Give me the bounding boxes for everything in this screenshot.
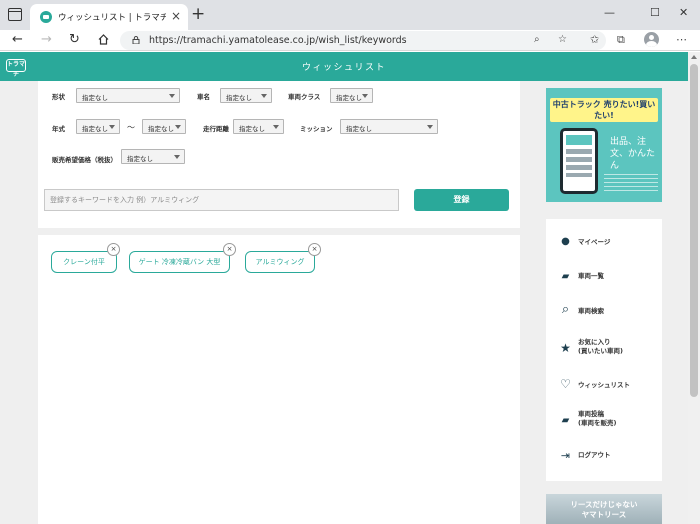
- menu-item-logout[interactable]: ⇥ ログアウト: [546, 443, 662, 471]
- vehicle-class-label: 車両クラス: [288, 93, 321, 101]
- truck-icon: ▰: [561, 271, 570, 282]
- chevron-down-icon: [427, 125, 433, 129]
- menu-item-mypage[interactable]: ● マイページ: [546, 228, 662, 256]
- menu-item-label: ログアウト: [578, 451, 611, 459]
- chevron-down-icon: [362, 94, 368, 98]
- promo-banner[interactable]: 中古トラック 売りたい!買いたい! 出品、注文、かんたん: [546, 88, 662, 202]
- keyword-tag-label: クレーン付平: [63, 258, 105, 266]
- keyword-input[interactable]: [44, 189, 399, 211]
- page-title: ウィッシュリスト: [301, 63, 386, 73]
- truck-post-icon: ▰: [561, 415, 570, 426]
- menu-item-label: ウィッシュリスト: [578, 381, 630, 389]
- window-close-icon[interactable]: ✕: [679, 6, 688, 20]
- register-button[interactable]: 登録: [414, 189, 509, 211]
- chevron-down-icon: [175, 125, 181, 129]
- window-menu-icon[interactable]: [8, 8, 22, 21]
- keyword-tags-panel: [38, 235, 520, 524]
- remove-tag-icon[interactable]: ×: [308, 243, 321, 256]
- home-icon[interactable]: [98, 34, 109, 45]
- tab-favicon-icon: [40, 11, 52, 23]
- smartphone-illustration: [560, 128, 598, 194]
- window-maximize-icon[interactable]: ☐: [650, 6, 660, 20]
- menu-item-label: マイページ: [578, 238, 611, 246]
- page-scrollbar[interactable]: [688, 52, 700, 524]
- browser-tab-wishlist[interactable]: ウィッシュリスト | トラマチ。- かんたん ×: [30, 4, 188, 30]
- shape-label: 形状: [52, 93, 65, 101]
- year-to-select[interactable]: 指定なし: [142, 119, 186, 134]
- remove-tag-icon[interactable]: ×: [107, 243, 120, 256]
- menu-item-favorites[interactable]: ★ お気に入り (買いたい車両): [546, 335, 662, 363]
- year-from-select[interactable]: 指定なし: [76, 119, 120, 134]
- menu-item-label: お気に入り (買いたい車両): [578, 338, 623, 355]
- collections-icon[interactable]: ⧉: [617, 33, 625, 47]
- keyword-tag-label: ゲート 冷凍冷蔵バン 大型: [138, 258, 221, 266]
- vehicle-class-select[interactable]: 指定なし: [330, 88, 373, 103]
- back-icon[interactable]: ←: [12, 31, 23, 48]
- year-label: 年式: [52, 125, 65, 133]
- menu-item-vehicle-list[interactable]: ▰ 車両一覧: [546, 263, 662, 291]
- chevron-down-icon: [169, 94, 175, 98]
- promo-banner-fine-print: [604, 174, 658, 194]
- keyword-tag[interactable]: クレーン付平: [51, 251, 117, 273]
- vehicle-name-label: 車名: [197, 93, 210, 101]
- lease-banner[interactable]: リースだけじゃない ヤマトリース: [546, 494, 662, 524]
- scrollbar-thumb[interactable]: [690, 64, 698, 397]
- chevron-down-icon: [273, 125, 279, 129]
- side-menu: ● マイページ ▰ 車両一覧 ⌕ 車両検索 ★ お気に入り (買いたい車両) ♡…: [546, 219, 662, 481]
- keyword-tag-label: アルミウィング: [255, 258, 305, 266]
- add-favorite-icon[interactable]: ☆: [558, 34, 567, 46]
- forward-icon[interactable]: →: [41, 31, 52, 48]
- menu-item-label: 車両一覧: [578, 272, 604, 280]
- site-header: トラマチ ウィッシュリスト: [0, 52, 688, 81]
- lease-banner-text: リースだけじゃない ヤマトリース: [546, 500, 662, 520]
- chevron-down-icon: [109, 125, 115, 129]
- mileage-select[interactable]: 指定なし: [233, 119, 284, 134]
- menu-item-vehicle-search[interactable]: ⌕ 車両検索: [546, 299, 662, 327]
- tab-title: ウィッシュリスト | トラマチ。- かんたん: [58, 13, 166, 23]
- remove-tag-icon[interactable]: ×: [223, 243, 236, 256]
- promo-banner-subtitle: 出品、注文、かんたん: [610, 137, 656, 171]
- price-label: 販売希望価格（税抜）: [52, 156, 117, 164]
- chevron-down-icon: [174, 155, 180, 159]
- keyword-tag[interactable]: アルミウィング: [245, 251, 315, 273]
- menu-item-wishlist[interactable]: ♡ ウィッシュリスト: [546, 372, 662, 400]
- reload-icon[interactable]: ↻: [69, 31, 80, 48]
- chevron-down-icon: [261, 94, 267, 98]
- mileage-label: 走行距離: [203, 125, 229, 133]
- lock-icon: [132, 36, 140, 44]
- year-range-separator: 〜: [127, 123, 135, 132]
- menu-item-vehicle-post[interactable]: ▰ 車両投稿 (車両を販売): [546, 407, 662, 435]
- vehicle-name-select[interactable]: 指定なし: [220, 88, 272, 103]
- promo-banner-headline: 中古トラック 売りたい!買いたい!: [550, 98, 658, 122]
- scroll-up-icon[interactable]: [691, 55, 697, 59]
- browser-tab-bar: ウィッシュリスト | トラマチ。- かんたん × + — ☐ ✕: [0, 0, 700, 30]
- heart-icon: ♡: [560, 377, 571, 391]
- zoom-icon[interactable]: ⌕: [534, 34, 540, 46]
- url-field[interactable]: https://tramachi.yamatolease.co.jp/wish_…: [120, 31, 606, 50]
- new-tab-icon[interactable]: +: [191, 4, 205, 24]
- favorites-icon[interactable]: ✩: [590, 33, 599, 47]
- search-icon: ⌕: [561, 302, 570, 317]
- logout-icon: ⇥: [560, 449, 571, 462]
- window-minimize-icon[interactable]: —: [604, 6, 615, 20]
- tab-close-icon[interactable]: ×: [171, 9, 181, 23]
- lease-banner-line2: ヤマトリース: [581, 510, 627, 519]
- user-icon: ●: [561, 236, 570, 247]
- transmission-label: ミッション: [300, 125, 333, 133]
- menu-item-label: 車両投稿 (車両を販売): [578, 410, 617, 427]
- price-select[interactable]: 指定なし: [121, 149, 185, 164]
- transmission-select[interactable]: 指定なし: [340, 119, 438, 134]
- lease-banner-line1: リースだけじゃない: [570, 500, 638, 509]
- address-bar: ← → ↻ https://tramachi.yamatolease.co.jp…: [0, 30, 700, 51]
- profile-avatar-icon[interactable]: [644, 32, 659, 47]
- browser-menu-icon[interactable]: ⋯: [676, 33, 687, 47]
- star-icon: ★: [560, 341, 571, 355]
- shape-select[interactable]: 指定なし: [76, 88, 180, 103]
- menu-item-label: 車両検索: [578, 307, 604, 315]
- keyword-tag[interactable]: ゲート 冷凍冷蔵バン 大型: [129, 251, 230, 273]
- url-text: https://tramachi.yamatolease.co.jp/wish_…: [149, 35, 407, 46]
